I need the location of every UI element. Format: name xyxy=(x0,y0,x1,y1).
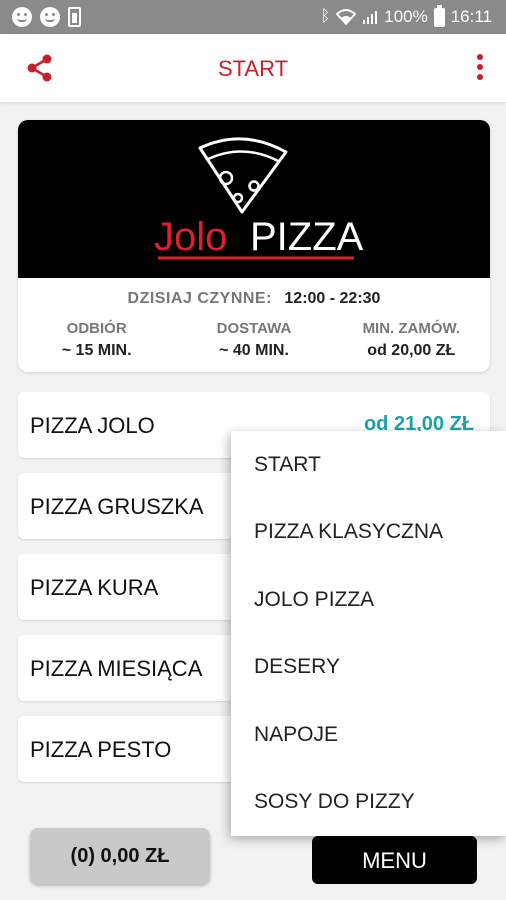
pickup-value: ~ 15 MIN. xyxy=(61,342,132,359)
status-bar: ᛒ 100% 16:11 xyxy=(0,0,506,34)
logo-text-jolo: Jolo xyxy=(154,215,227,259)
menu-button[interactable]: MENU xyxy=(312,836,477,884)
battery-saver-icon xyxy=(68,7,81,27)
menu-item-pizza-klasyczna[interactable]: PIZZA KLASYCZNA xyxy=(231,499,506,567)
delivery-label: DOSTAWA xyxy=(216,320,292,337)
product-name: PIZZA PESTO xyxy=(30,737,172,762)
bluetooth-icon: ᛒ xyxy=(320,8,331,25)
menu-item-napoje[interactable]: NAPOJE xyxy=(231,701,506,769)
restaurant-card: Jolo PIZZA DZISIAJ CZYNNE: 12:00 - 22:30… xyxy=(18,120,490,372)
page-title: START xyxy=(217,56,289,81)
battery-percent: 100% xyxy=(384,7,428,26)
smiley-notification-icon xyxy=(12,7,32,27)
delivery-info: ODBIÓR ~ 15 MIN. DOSTAWA ~ 40 MIN. MIN. … xyxy=(18,320,490,360)
menu-item-sosy[interactable]: SOSY DO PIZZY xyxy=(231,769,506,837)
clock: 16:11 xyxy=(450,7,492,26)
smiley-notification-icon xyxy=(40,7,60,27)
menu-item-jolo-pizza[interactable]: JOLO PIZZA xyxy=(231,566,506,634)
menu-item-desery[interactable]: DESERY xyxy=(231,634,506,702)
signal-icon xyxy=(363,11,378,24)
pickup-label: ODBIÓR xyxy=(66,320,127,337)
restaurant-logo: Jolo PIZZA xyxy=(154,137,364,260)
menu-item-start[interactable]: START xyxy=(231,431,506,499)
battery-icon xyxy=(433,4,445,27)
wifi-icon xyxy=(336,9,357,25)
more-vert-icon[interactable] xyxy=(476,54,484,82)
app-bar: START xyxy=(0,34,506,102)
logo-text-pizza: PIZZA xyxy=(250,215,364,259)
product-name: PIZZA JOLO xyxy=(30,413,155,438)
product-name: PIZZA GRUSZKA xyxy=(30,494,204,519)
overflow-menu: START PIZZA KLASYCZNA JOLO PIZZA DESERY … xyxy=(231,431,506,836)
min-order-value: od 20,00 ZŁ xyxy=(367,342,456,359)
pickup-info: ODBIÓR ~ 15 MIN. xyxy=(18,320,175,360)
hours-label: DZISIAJ CZYNNE: xyxy=(127,290,272,307)
delivery-info-col: DOSTAWA ~ 40 MIN. xyxy=(175,320,332,360)
product-name: PIZZA KURA xyxy=(30,575,159,600)
min-order-label: MIN. ZAMÓW. xyxy=(362,320,461,337)
opening-hours: DZISIAJ CZYNNE: 12:00 - 22:30 xyxy=(18,290,490,308)
restaurant-banner: Jolo PIZZA xyxy=(18,120,490,278)
cart-button[interactable]: (0) 0,00 ZŁ xyxy=(30,828,210,884)
product-name: PIZZA MIESIĄCA xyxy=(30,656,203,681)
delivery-value: ~ 40 MIN. xyxy=(219,342,289,359)
min-order-info: MIN. ZAMÓW. od 20,00 ZŁ xyxy=(333,320,490,360)
hours-value: 12:00 - 22:30 xyxy=(284,290,381,307)
